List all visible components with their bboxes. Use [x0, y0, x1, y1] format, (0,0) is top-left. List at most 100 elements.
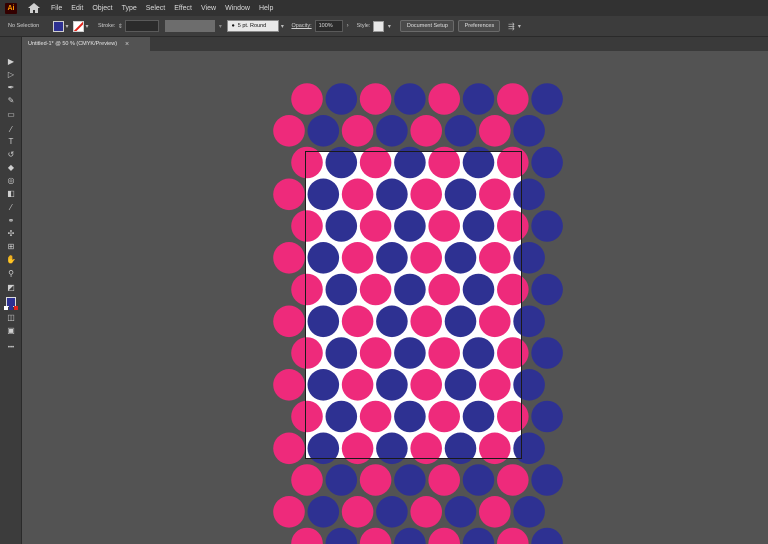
pattern-dot[interactable]: [410, 305, 443, 338]
pattern-dot[interactable]: [428, 337, 461, 369]
pattern-dot[interactable]: [359, 400, 392, 433]
pattern-dot[interactable]: [359, 527, 392, 544]
pattern-dot[interactable]: [462, 146, 495, 179]
pattern-dot[interactable]: [307, 241, 340, 274]
pattern-dot[interactable]: [444, 241, 477, 274]
pattern-dot[interactable]: [462, 273, 495, 306]
pattern-dot[interactable]: [273, 241, 305, 274]
pattern-dot[interactable]: [479, 496, 511, 528]
pattern-dot[interactable]: [479, 305, 511, 338]
pattern-dot[interactable]: [291, 337, 323, 369]
pattern-dot[interactable]: [394, 337, 426, 369]
pattern-dot[interactable]: [513, 369, 545, 401]
pattern-dot[interactable]: [462, 400, 495, 433]
pattern-dot[interactable]: [325, 210, 358, 242]
pattern-dot[interactable]: [513, 115, 545, 147]
pattern-dot[interactable]: [531, 337, 563, 369]
pattern-dot[interactable]: [376, 496, 408, 528]
pattern-dot[interactable]: [513, 305, 545, 338]
pattern-dot[interactable]: [479, 115, 511, 147]
pattern-dot[interactable]: [531, 400, 563, 433]
pattern-dot[interactable]: [444, 369, 477, 401]
pattern-dot[interactable]: [462, 527, 495, 544]
pattern-dot[interactable]: [462, 83, 495, 115]
pattern-dot[interactable]: [428, 83, 461, 115]
pattern-dot[interactable]: [394, 527, 426, 544]
pattern-dot[interactable]: [273, 432, 305, 465]
pattern-dot[interactable]: [428, 464, 461, 496]
pattern-dot[interactable]: [444, 178, 477, 211]
pattern-dot[interactable]: [531, 464, 563, 496]
pattern-dot[interactable]: [394, 464, 426, 496]
pattern-dot[interactable]: [341, 305, 374, 338]
pattern-dot[interactable]: [291, 146, 323, 179]
pattern-dot[interactable]: [359, 464, 392, 496]
pattern-dot[interactable]: [531, 210, 563, 242]
pattern-dot[interactable]: [444, 432, 477, 465]
pattern-dot[interactable]: [325, 273, 358, 306]
pattern-dot[interactable]: [307, 369, 340, 401]
pattern-dot[interactable]: [376, 432, 408, 465]
pattern-dot[interactable]: [341, 115, 374, 147]
pattern-dot[interactable]: [497, 210, 529, 242]
dot-pattern[interactable]: [0, 0, 768, 544]
pattern-dot[interactable]: [531, 146, 563, 179]
pattern-dot[interactable]: [325, 527, 358, 544]
pattern-dot[interactable]: [497, 146, 529, 179]
pattern-dot[interactable]: [428, 273, 461, 306]
pattern-dot[interactable]: [291, 400, 323, 433]
pattern-dot[interactable]: [341, 178, 374, 211]
pattern-dot[interactable]: [410, 241, 443, 274]
pattern-dot[interactable]: [394, 273, 426, 306]
pattern-dot[interactable]: [394, 83, 426, 115]
pattern-dot[interactable]: [531, 83, 563, 115]
pattern-dot[interactable]: [479, 369, 511, 401]
pattern-dot[interactable]: [410, 115, 443, 147]
pattern-dot[interactable]: [307, 305, 340, 338]
pattern-dot[interactable]: [307, 496, 340, 528]
pattern-dot[interactable]: [513, 178, 545, 211]
pattern-dot[interactable]: [273, 115, 305, 147]
pattern-dot[interactable]: [410, 432, 443, 465]
pattern-dot[interactable]: [341, 432, 374, 465]
pattern-dot[interactable]: [531, 273, 563, 306]
pattern-dot[interactable]: [359, 83, 392, 115]
pattern-dot[interactable]: [359, 273, 392, 306]
pattern-dot[interactable]: [307, 432, 340, 465]
pattern-dot[interactable]: [428, 210, 461, 242]
pattern-dot[interactable]: [410, 496, 443, 528]
pattern-dot[interactable]: [394, 210, 426, 242]
pattern-dot[interactable]: [513, 241, 545, 274]
pattern-dot[interactable]: [394, 146, 426, 179]
pattern-dot[interactable]: [497, 527, 529, 544]
pattern-dot[interactable]: [291, 273, 323, 306]
pattern-dot[interactable]: [376, 178, 408, 211]
pattern-dot[interactable]: [513, 496, 545, 528]
pattern-dot[interactable]: [359, 337, 392, 369]
pattern-dot[interactable]: [291, 464, 323, 496]
pattern-dot[interactable]: [291, 83, 323, 115]
pattern-dot[interactable]: [497, 400, 529, 433]
pattern-dot[interactable]: [462, 210, 495, 242]
pattern-dot[interactable]: [410, 178, 443, 211]
pattern-dot[interactable]: [273, 369, 305, 401]
pattern-dot[interactable]: [497, 83, 529, 115]
pattern-dot[interactable]: [307, 178, 340, 211]
pattern-dot[interactable]: [428, 400, 461, 433]
pattern-dot[interactable]: [307, 115, 340, 147]
pattern-dot[interactable]: [497, 273, 529, 306]
pattern-dot[interactable]: [444, 305, 477, 338]
pattern-dot[interactable]: [376, 241, 408, 274]
pattern-dot[interactable]: [325, 146, 358, 179]
pattern-dot[interactable]: [376, 305, 408, 338]
pattern-dot[interactable]: [376, 369, 408, 401]
pattern-dot[interactable]: [513, 432, 545, 465]
pattern-dot[interactable]: [444, 115, 477, 147]
pattern-dot[interactable]: [394, 400, 426, 433]
pattern-dot[interactable]: [531, 527, 563, 544]
pattern-dot[interactable]: [359, 210, 392, 242]
pattern-dot[interactable]: [273, 305, 305, 338]
pattern-dot[interactable]: [291, 210, 323, 242]
pattern-dot[interactable]: [444, 496, 477, 528]
pattern-dot[interactable]: [497, 337, 529, 369]
